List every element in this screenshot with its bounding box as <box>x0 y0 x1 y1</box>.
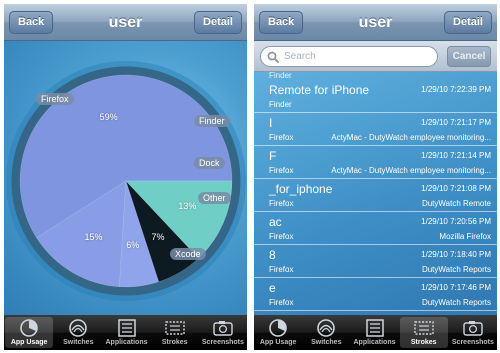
row-app: Firefox <box>269 133 294 142</box>
list-item[interactable]: _for_iphone 1/29/10 7:21:08 PM Firefox Duty… <box>254 179 497 212</box>
tab-switches[interactable]: Switches <box>54 315 102 350</box>
pie-tag-finder: Finder <box>194 115 230 127</box>
tab-applications[interactable]: Applications <box>102 315 150 350</box>
row-time: 1/29/10 7:22:39 PM <box>421 85 491 94</box>
tab-label: Screenshots <box>451 339 494 346</box>
row-time: 1/29/10 7:21:08 PM <box>421 184 491 193</box>
pie-tag-dock: Dock <box>194 157 225 169</box>
row-app: Firefox <box>269 199 294 208</box>
row-detail: DutyWatch Reports <box>421 265 491 274</box>
back-button[interactable]: Back <box>259 11 304 34</box>
tab-strokes[interactable]: Strokes <box>399 317 448 348</box>
row-title: Remote for iPhone <box>269 83 370 97</box>
tab-switches[interactable]: Switches <box>302 315 350 350</box>
search-icon <box>267 51 279 63</box>
search-placeholder: Search <box>284 51 316 62</box>
tab-label: Strokes <box>410 339 437 346</box>
pie-percent-finder: 15% <box>84 231 103 242</box>
row-title: e <box>269 281 276 295</box>
detail-button[interactable]: Detail <box>194 11 242 34</box>
tab-screenshots[interactable]: Screenshots <box>199 315 247 350</box>
row-detail: Mozilla Firefox <box>439 232 491 241</box>
switches-icon <box>302 318 350 338</box>
pie-tag-other: Other <box>198 192 231 204</box>
row-app: Firefox <box>269 298 294 307</box>
list-item[interactable]: e 1/29/10 7:17:46 PM Firefox DutyWatch Repo… <box>254 278 497 311</box>
app-usage-screen: Back user Detail 59% Firefox 15% Finder 6% Do… <box>4 4 247 350</box>
tab-label: Screenshots <box>201 339 244 346</box>
pie-chart-area: 59% Firefox 15% Finder 6% Dock 7% Other 13% Xcode <box>4 41 247 315</box>
row-app: Firefox <box>269 166 294 175</box>
app-usage-icon <box>5 318 53 338</box>
tab-label: Switches <box>63 339 94 346</box>
back-button[interactable]: Back <box>9 11 54 34</box>
strokes-icon <box>151 318 199 338</box>
tab-app-usage[interactable]: App Usage <box>254 315 302 350</box>
tab-applications[interactable]: Applications <box>350 315 398 350</box>
app-usage-icon <box>254 318 302 338</box>
pie-tag-firefox: Firefox <box>36 93 74 105</box>
tab-label: Applications <box>353 339 396 346</box>
list-item[interactable]: F 1/29/10 7:21:14 PM Firefox ActyMac - Duty… <box>254 146 497 179</box>
applications-icon <box>102 318 150 338</box>
row-time: 1/29/10 7:17:46 PM <box>421 283 491 292</box>
tab-label: App Usage <box>259 339 297 346</box>
row-detail: DutyWatch Remote <box>421 199 491 208</box>
detail-button[interactable]: Detail <box>444 11 492 34</box>
list-item[interactable]: Remote for iPhone 1/29/10 7:22:39 PM Finde… <box>254 80 497 113</box>
pie-percent-other: 7% <box>151 231 165 242</box>
strokes-screen: Back user Detail Search Cancel Finder Re… <box>254 4 497 350</box>
pie-percent-xcode: 13% <box>178 201 197 212</box>
page-title: user <box>108 14 143 31</box>
page-title: user <box>358 14 393 31</box>
pie-tag-xcode: Xcode <box>170 248 206 260</box>
screenshots-icon <box>199 318 247 338</box>
tab-app-usage[interactable]: App Usage <box>5 317 54 348</box>
row-title: _for_iphone <box>269 182 333 196</box>
tab-label: App Usage <box>10 339 48 346</box>
row-time: 1/29/10 7:21:17 PM <box>421 118 491 127</box>
screenshots-icon <box>449 318 497 338</box>
strokes-list: Finder Remote for iPhone 1/29/10 7:22:39 … <box>254 72 497 315</box>
search-bar: Search Cancel <box>254 41 497 72</box>
pie-chart <box>6 61 246 301</box>
row-app: Firefox <box>269 265 294 274</box>
navigation-bar: Back user Detail <box>254 4 497 41</box>
navigation-bar: Back user Detail <box>4 4 247 41</box>
tab-screenshots[interactable]: Screenshots <box>449 315 497 350</box>
row-time: 1/29/10 7:20:56 PM <box>421 217 491 226</box>
row-app: Finder <box>269 100 292 109</box>
row-title: 8 <box>269 248 276 262</box>
list-item[interactable]: 8 1/29/10 7:18:40 PM Firefox DutyWatch Repo… <box>254 245 497 278</box>
list-item[interactable]: ac 1/29/10 7:20:56 PM Firefox Mozilla Firef… <box>254 212 497 245</box>
tab-bar: App Usage Switches Applications Strokes Scre… <box>254 315 497 350</box>
tab-label: Applications <box>105 339 148 346</box>
strokes-icon <box>400 318 448 338</box>
row-title: I <box>269 116 273 130</box>
row-detail: DutyWatch Reports <box>421 298 491 307</box>
pie-percent-dock: 6% <box>126 240 140 251</box>
row-time: 1/29/10 7:21:14 PM <box>421 151 491 160</box>
tab-strokes[interactable]: Strokes <box>151 315 199 350</box>
row-detail: ActyMac - DutyWatch employee monitoring.… <box>331 133 491 142</box>
switches-icon <box>54 318 102 338</box>
applications-icon <box>350 318 398 338</box>
tab-label: Switches <box>311 339 342 346</box>
row-detail: ActyMac - DutyWatch employee monitoring.… <box>331 166 491 175</box>
partial-row-label: Finder <box>269 72 292 80</box>
tab-label: Strokes <box>161 339 188 346</box>
row-time: 1/29/10 7:18:40 PM <box>421 250 491 259</box>
list-item[interactable]: I 1/29/10 7:21:17 PM Firefox ActyMac - Duty… <box>254 113 497 146</box>
row-title: ac <box>269 215 282 229</box>
tab-bar: App Usage Switches Applications Strokes Scre… <box>4 315 247 350</box>
search-input[interactable]: Search <box>260 46 438 67</box>
pie-percent-firefox: 59% <box>99 111 118 122</box>
cancel-button[interactable]: Cancel <box>447 46 491 67</box>
row-title: F <box>269 149 277 163</box>
row-app: Firefox <box>269 232 294 241</box>
